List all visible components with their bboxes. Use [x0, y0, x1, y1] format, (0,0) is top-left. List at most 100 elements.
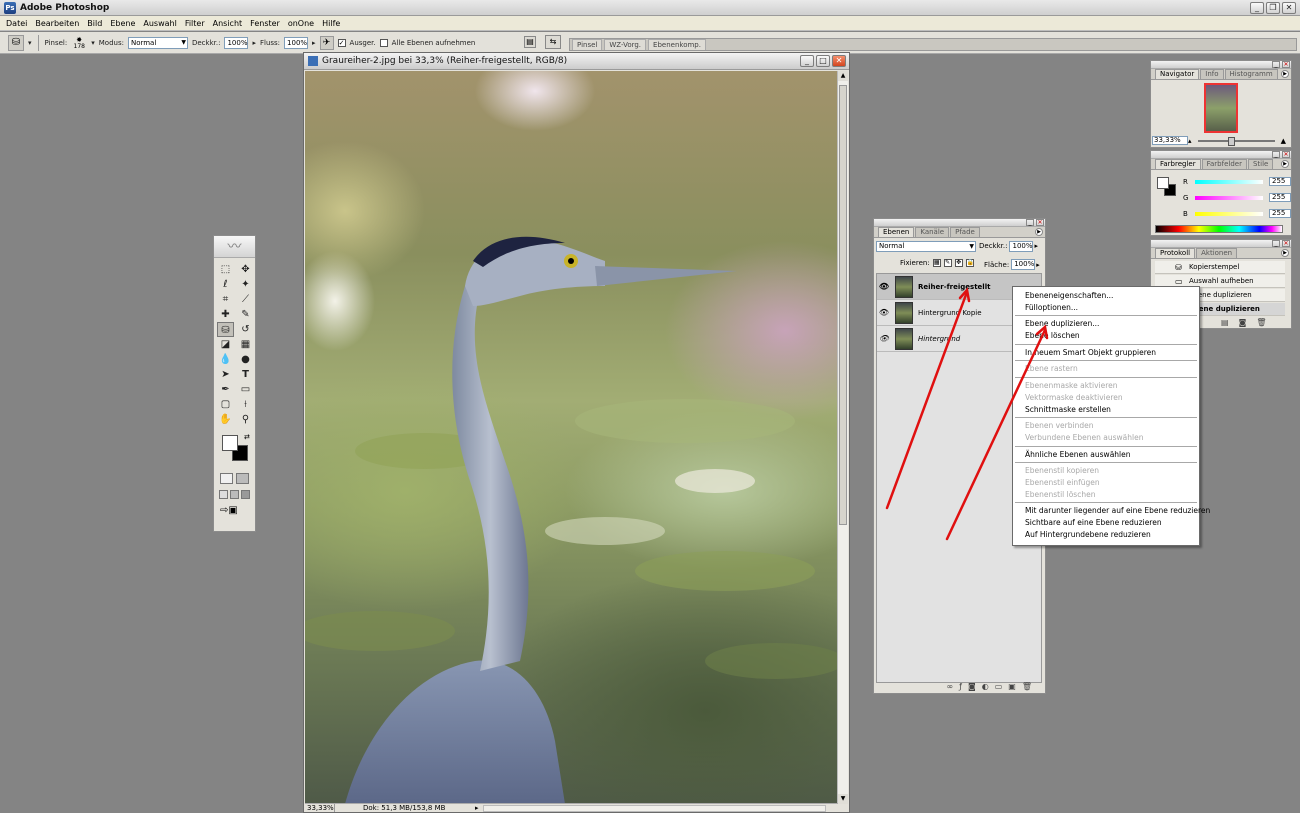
tab-info[interactable]: Info — [1200, 69, 1224, 79]
zoom-level[interactable]: 33,33% — [305, 804, 335, 812]
context-menu-item[interactable]: In neuem Smart Objekt gruppieren — [1013, 347, 1199, 359]
tab-protokoll[interactable]: Protokoll — [1155, 248, 1196, 258]
scroll-thumb[interactable] — [839, 85, 847, 525]
navigator-zoom-slider[interactable] — [1197, 136, 1275, 146]
channel-slider-r[interactable] — [1195, 179, 1263, 184]
slice-tool-icon[interactable]: ⟋ — [237, 292, 254, 307]
move-tool-icon[interactable]: ✥ — [237, 262, 254, 277]
dodge-tool-icon[interactable]: ● — [237, 352, 254, 367]
channel-value-b[interactable]: 255 — [1269, 209, 1291, 218]
healing-brush-tool-icon[interactable]: ✚ — [217, 307, 234, 322]
menu-auswahl[interactable]: Auswahl — [139, 19, 180, 28]
vertical-scrollbar[interactable]: ▲ ▼ — [837, 71, 848, 804]
menu-ebene[interactable]: Ebene — [106, 19, 139, 28]
screen-mode-full-menu-icon[interactable] — [230, 490, 239, 499]
palette-menu-icon[interactable]: ▶ — [1035, 228, 1043, 236]
menu-bild[interactable]: Bild — [83, 19, 106, 28]
palette-menu-icon[interactable]: ▶ — [1281, 160, 1289, 168]
zoom-tool-icon[interactable]: ⚲ — [237, 412, 254, 427]
path-selection-tool-icon[interactable]: ➤ — [217, 367, 234, 382]
eyedropper-tool-icon[interactable]: ⟊ — [237, 397, 254, 412]
menu-fenster[interactable]: Fenster — [246, 19, 284, 28]
context-menu-item[interactable]: Sichtbare auf eine Ebene reduzieren — [1013, 517, 1199, 529]
zoom-in-icon[interactable]: ▲ — [1281, 137, 1286, 145]
delete-layer-icon[interactable]: 🗑 — [1022, 682, 1032, 692]
foreground-color-swatch[interactable] — [222, 435, 238, 451]
flow-input[interactable]: 100% — [284, 36, 309, 49]
palette-close-button[interactable]: ✕ — [1282, 61, 1290, 68]
tab-pfade[interactable]: Pfade — [950, 227, 980, 237]
palette-minimize-button[interactable]: _ — [1272, 151, 1280, 158]
navigator-thumbnail[interactable] — [1204, 83, 1238, 133]
crop-tool-icon[interactable]: ⌗ — [217, 292, 234, 307]
history-brush-tool-icon[interactable]: ↺ — [237, 322, 254, 337]
link-layers-icon[interactable]: ∞ — [946, 682, 953, 692]
clone-stamp-tool-preset-icon[interactable]: ⛁ — [8, 34, 24, 51]
palette-close-button[interactable]: ✕ — [1282, 240, 1290, 247]
minimize-button[interactable]: _ — [1250, 2, 1264, 14]
menu-hilfe[interactable]: Hilfe — [318, 19, 344, 28]
document-minimize-button[interactable]: _ — [800, 55, 814, 67]
navigator-zoom-input[interactable]: 33,33% — [1152, 136, 1188, 145]
blend-mode-select[interactable]: Normal — [876, 240, 976, 252]
palette-minimize-button[interactable]: _ — [1272, 240, 1280, 247]
gradient-tool-icon[interactable]: ▦ — [237, 337, 254, 352]
pen-tool-icon[interactable]: ✒ — [217, 382, 234, 397]
palette-well-tab-wz-vorg[interactable]: WZ-Vorg. — [604, 39, 647, 50]
shape-tool-icon[interactable]: ▭ — [237, 382, 254, 397]
context-menu-item[interactable]: Auf Hintergrundebene reduzieren — [1013, 529, 1199, 541]
palette-well-tab-ebenenkomp[interactable]: Ebenenkomp. — [648, 39, 706, 50]
palette-menu-icon[interactable]: ▶ — [1281, 249, 1289, 257]
notes-tool-icon[interactable]: ▢ — [217, 397, 234, 412]
palette-minimize-button[interactable]: _ — [1026, 219, 1034, 226]
image-ready-icon[interactable]: ⇆ — [545, 35, 561, 49]
opacity-input[interactable]: 100% — [224, 36, 249, 49]
channel-slider-g[interactable] — [1195, 195, 1263, 200]
palette-minimize-button[interactable]: _ — [1272, 61, 1280, 68]
maximize-button[interactable]: ❐ — [1266, 2, 1280, 14]
scroll-up-arrow-icon[interactable]: ▲ — [838, 71, 848, 81]
color-foreground-swatch[interactable] — [1157, 177, 1169, 189]
clone-stamp-tool-icon[interactable]: ⛁ — [217, 322, 234, 337]
layer-opacity-input[interactable]: 100% — [1009, 240, 1034, 252]
context-menu-item[interactable]: Ähnliche Ebenen auswählen — [1013, 449, 1199, 461]
screen-mode-standard-icon[interactable] — [219, 490, 228, 499]
new-group-icon[interactable]: ▭ — [995, 682, 1003, 692]
image-canvas[interactable] — [305, 71, 838, 804]
status-menu-arrow-icon[interactable]: ▸ — [475, 804, 483, 812]
lock-transparency-icon[interactable]: ▦ — [932, 259, 941, 267]
eraser-tool-icon[interactable]: ◪ — [217, 337, 234, 352]
palette-close-button[interactable]: ✕ — [1036, 219, 1044, 226]
standard-mode-icon[interactable] — [220, 473, 233, 484]
tab-kanaele[interactable]: Kanäle — [915, 227, 950, 237]
palette-close-button[interactable]: ✕ — [1282, 151, 1290, 158]
layer-style-icon[interactable]: ƒ — [959, 682, 962, 692]
context-menu-item[interactable]: Ebene löschen — [1013, 330, 1199, 342]
document-title-bar[interactable]: Graureiher-2.jpg bei 33,3% (Reiher-freig… — [304, 53, 849, 70]
blur-tool-icon[interactable]: 💧 — [217, 352, 234, 367]
magic-wand-tool-icon[interactable]: ✦ — [237, 277, 254, 292]
aligned-checkbox[interactable]: ✓ — [337, 38, 346, 47]
document-close-button[interactable]: ✕ — [832, 55, 846, 67]
scroll-down-arrow-icon[interactable]: ▼ — [838, 794, 848, 804]
lock-all-icon[interactable]: 🔒 — [965, 259, 974, 267]
tab-stile[interactable]: Stile — [1247, 159, 1274, 169]
horizontal-scrollbar[interactable] — [483, 804, 826, 812]
file-browser-icon[interactable]: ▤ — [524, 36, 536, 48]
new-snapshot-icon[interactable]: ◙ — [1239, 318, 1247, 327]
document-maximize-button[interactable]: □ — [816, 55, 830, 67]
delete-state-icon[interactable]: 🗑 — [1256, 318, 1266, 327]
tab-aktionen[interactable]: Aktionen — [1196, 248, 1238, 258]
history-item[interactable]: ⛁ Kopierstempel — [1155, 261, 1285, 274]
context-menu-item[interactable]: Mit darunter liegender auf eine Ebene re… — [1013, 505, 1210, 517]
marquee-tool-icon[interactable]: ⬚ — [217, 262, 234, 277]
lock-position-icon[interactable]: ✥ — [954, 259, 963, 267]
palette-well-tab-pinsel[interactable]: Pinsel — [572, 39, 603, 50]
airbrush-icon[interactable]: ✈ — [319, 35, 334, 50]
visibility-eye-icon[interactable]: 👁 — [877, 334, 891, 343]
tab-farbfelder[interactable]: Farbfelder — [1201, 159, 1247, 169]
fill-input[interactable]: 100% — [1011, 259, 1036, 270]
lock-pixels-icon[interactable]: ✎ — [943, 259, 952, 267]
visibility-eye-icon[interactable]: 👁 — [877, 308, 891, 317]
lasso-tool-icon[interactable]: ℓ — [217, 277, 234, 292]
